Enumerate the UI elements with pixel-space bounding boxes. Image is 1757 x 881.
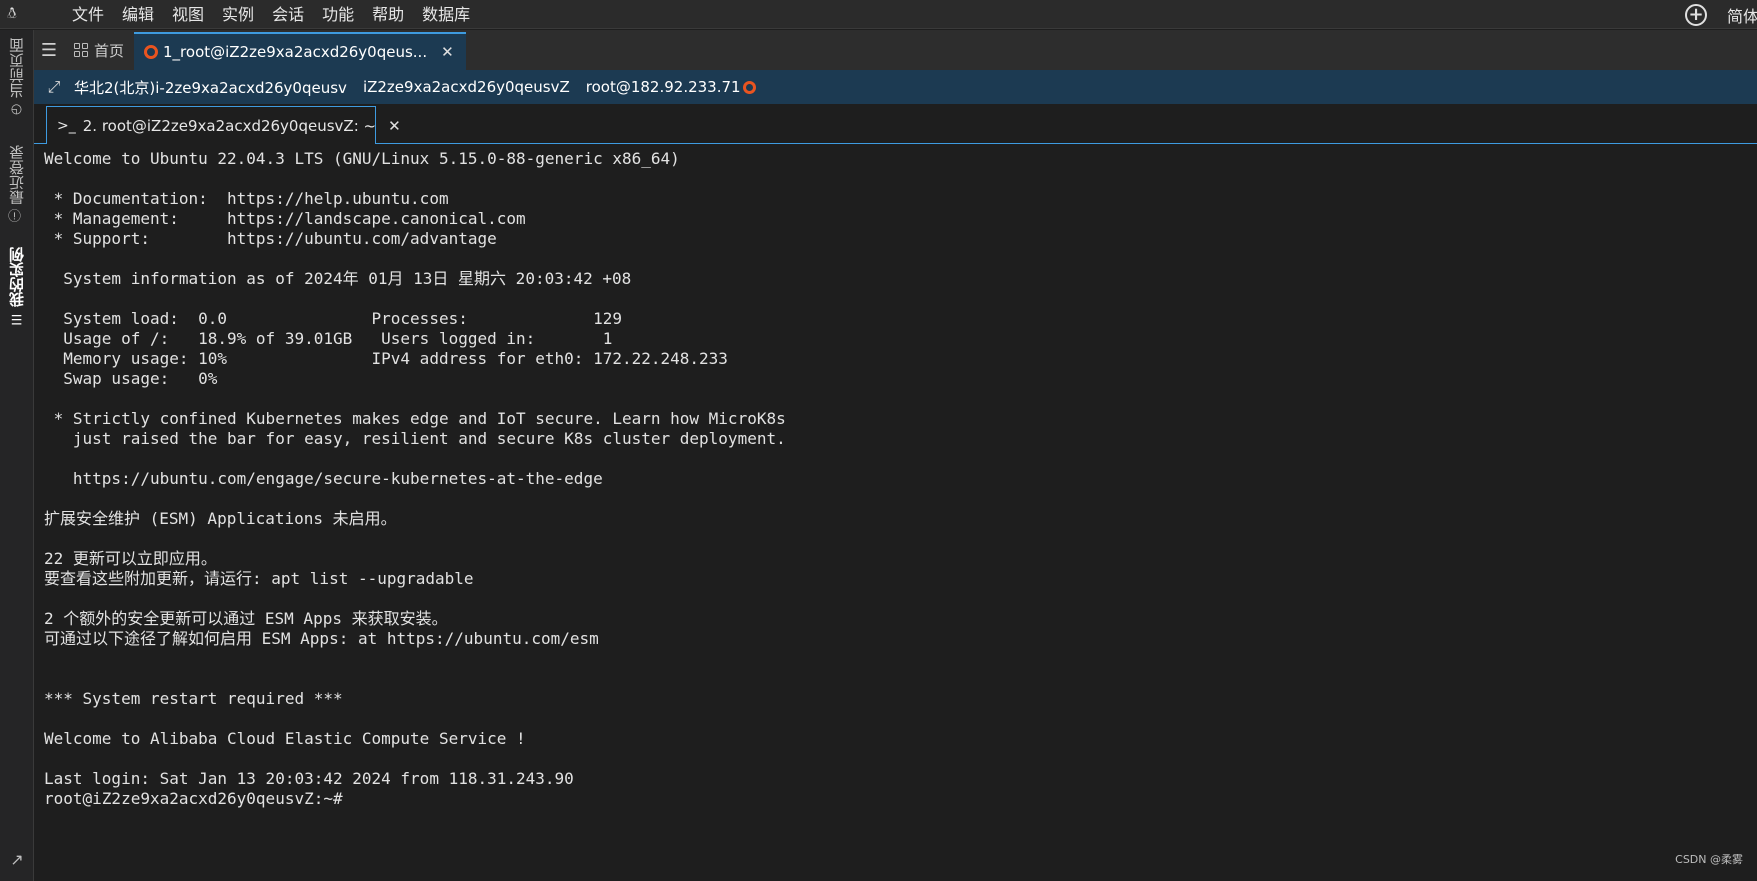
terminal-prompt-icon: >_ <box>57 117 76 134</box>
close-icon[interactable]: ✕ <box>441 43 454 61</box>
terminal-line: 2 个额外的安全更新可以通过 ESM Apps 来获取安装。 <box>44 609 448 628</box>
terminal-line: * Management: https://landscape.canonica… <box>44 209 526 228</box>
menubar: 🐧︎ 文件 编辑 视图 实例 会话 功能 帮助 数据库 + 简体 <box>0 0 1757 29</box>
language-selector[interactable]: 简体 <box>1727 3 1757 27</box>
terminal-line: System information as of 2024年 01月 13日 星… <box>44 269 632 288</box>
terminal-line: Memory usage: 10% IPv4 address for eth0:… <box>44 349 728 368</box>
terminal-line: Swap usage: 0% <box>44 369 218 388</box>
watermark: CSDN @柔雾 <box>1675 853 1743 866</box>
terminal-line: https://ubuntu.com/engage/secure-kuberne… <box>44 469 603 488</box>
menu-edit[interactable]: 编辑 <box>113 0 163 29</box>
left-sidebar: ◷ 当前页面 ⓘ 最近登录 ☰ 我的实例 ↗ <box>0 30 34 881</box>
ubuntu-icon <box>144 45 159 59</box>
terminal-line: 要查看这些附加更新，请运行: apt list --upgradable <box>44 569 474 588</box>
terminal-prompt-line[interactable]: root@iZ2ze9xa2acxd26y0qeusvZ:~# <box>44 789 1757 809</box>
terminal-line: * Documentation: https://help.ubuntu.com <box>44 189 449 208</box>
tab-session-label: 1_root@iZ2ze9xa2acxd26y0qeus... <box>163 43 428 61</box>
menu-list-icon[interactable]: ☰ <box>34 30 64 70</box>
terminal-tab[interactable]: >_ 2. root@iZ2ze9xa2acxd26y0qeusvZ: ~ ✕ <box>46 106 401 144</box>
sidebar-tab-recent-login[interactable]: ⓘ 最近登录 <box>0 140 33 226</box>
menu-features[interactable]: 功能 <box>313 0 363 29</box>
add-circle-icon[interactable]: + <box>1685 3 1707 26</box>
info-icon: ⓘ <box>9 208 24 222</box>
terminal-line: 22 更新可以立即应用。 <box>44 549 217 568</box>
terminal-tab-label: 2. root@iZ2ze9xa2acxd26y0qeusvZ: ~ <box>82 116 377 135</box>
login-address: root@182.92.233.71 <box>585 78 741 96</box>
terminal-line: Last login: Sat Jan 13 20:03:42 2024 fro… <box>44 769 574 788</box>
terminal-line: 可通过以下途径了解如何启用 ESM Apps: at https://ubunt… <box>44 629 599 648</box>
pin-icon[interactable]: ↗ <box>7 849 27 869</box>
terminal-line: Welcome to Alibaba Cloud Elastic Compute… <box>44 729 526 748</box>
menu-file[interactable]: 文件 <box>63 0 113 29</box>
terminal-output[interactable]: Welcome to Ubuntu 22.04.3 LTS (GNU/Linux… <box>34 145 1757 881</box>
connection-info-bar: ⤢ 华北2(北京)i-2ze9xa2acxd26y0qeusv iZ2ze9xa… <box>34 70 1757 104</box>
sidebar-tab-current-page[interactable]: ◷ 当前页面 <box>0 34 33 120</box>
instance-hostname: iZ2ze9xa2acxd26y0qeusvZ <box>362 78 570 96</box>
tab-home-label: 首页 <box>94 41 125 60</box>
terminal-line: * Strictly confined Kubernetes makes edg… <box>44 409 786 428</box>
sidebar-tab-my-instances[interactable]: ☰ 我的实例 <box>0 238 33 334</box>
clock-icon: ◷ <box>9 101 24 117</box>
grid-icon <box>74 43 88 57</box>
tab-home[interactable]: 首页 <box>64 30 134 70</box>
expand-icon[interactable]: ⤢ <box>34 77 74 97</box>
menu-instance[interactable]: 实例 <box>213 0 263 29</box>
sidebar-tab-label: 最近登录 <box>8 144 26 205</box>
menu-items: 文件 编辑 视图 实例 会话 功能 帮助 数据库 <box>63 0 479 29</box>
terminal-line: System load: 0.0 Processes: 129 <box>44 309 622 328</box>
tab-bar: ☰ 首页 1_root@iZ2ze9xa2acxd26y0qeus... ✕ <box>34 30 1757 70</box>
menubar-right: + 简体 <box>1685 0 1757 29</box>
ubuntu-icon <box>742 80 756 94</box>
menu-database[interactable]: 数据库 <box>413 0 479 29</box>
terminal-line: * Support: https://ubuntu.com/advantage <box>44 229 497 248</box>
terminal-line: *** System restart required *** <box>44 689 343 708</box>
close-icon[interactable]: ✕ <box>388 117 401 135</box>
terminal-line: just raised the bar for easy, resilient … <box>44 429 786 448</box>
instance-region: 华北2(北京)i-2ze9xa2acxd26y0qeusv <box>74 78 347 97</box>
terminal-line: Usage of /: 18.9% of 39.01GB Users logge… <box>44 329 613 348</box>
terminal-tab-bar: >_ 2. root@iZ2ze9xa2acxd26y0qeusvZ: ~ ✕ <box>34 104 1757 144</box>
menu-session[interactable]: 会话 <box>263 0 313 29</box>
sidebar-tab-label: 我的实例 <box>8 246 26 307</box>
terminal-line: 扩展安全维护 (ESM) Applications 未启用。 <box>44 509 397 528</box>
terminal-line: Welcome to Ubuntu 22.04.3 LTS (GNU/Linux… <box>44 149 680 168</box>
menu-view[interactable]: 视图 <box>163 0 213 29</box>
list-icon: ☰ <box>9 310 24 326</box>
penguin-icon[interactable]: 🐧︎ <box>0 0 24 29</box>
menu-help[interactable]: 帮助 <box>363 0 413 29</box>
sidebar-tab-label: 当前页面 <box>8 37 26 98</box>
tab-session[interactable]: 1_root@iZ2ze9xa2acxd26y0qeus... ✕ <box>134 32 466 70</box>
